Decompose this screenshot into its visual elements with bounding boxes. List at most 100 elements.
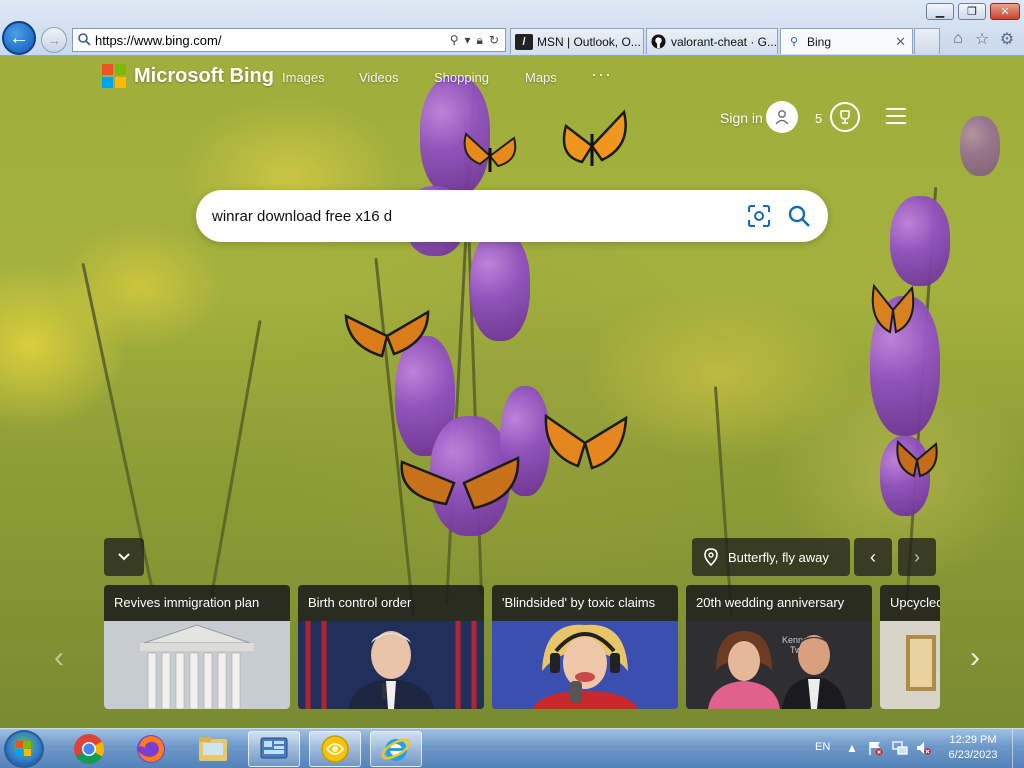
butterfly-image — [400, 456, 520, 510]
location-pin-icon — [704, 548, 718, 566]
search-button[interactable] — [786, 203, 812, 229]
msn-icon: / — [515, 33, 533, 50]
github-icon — [651, 34, 667, 50]
show-hidden-icons-icon[interactable]: ▲ — [843, 739, 861, 757]
nav-maps[interactable]: Maps — [525, 70, 557, 85]
butterfly-image — [544, 413, 628, 470]
forward-button[interactable]: → — [41, 27, 67, 53]
volume-muted-icon[interactable] — [914, 739, 932, 757]
nav-shopping[interactable]: Shopping — [434, 70, 489, 85]
news-card[interactable]: 20th wedding anniversary Kennedy Twain — [686, 585, 872, 709]
language-indicator[interactable]: EN — [815, 741, 830, 753]
search-icon — [788, 205, 810, 227]
butterfly-image — [896, 439, 938, 478]
bing-logo[interactable]: Microsoft Bing — [102, 64, 274, 88]
show-desktop-button[interactable] — [1012, 729, 1024, 768]
tab-label: Bing — [807, 34, 832, 49]
new-tab-button[interactable] — [914, 28, 940, 54]
previous-image-button[interactable]: ‹ — [854, 538, 892, 576]
brand-name: Microsoft Bing — [134, 64, 274, 87]
news-card-image — [492, 621, 678, 709]
clock-time: 12:29 PM — [949, 734, 997, 746]
clock-date: 6/23/2023 — [948, 749, 998, 761]
page-icon — [73, 32, 95, 49]
url-text[interactable]: https://www.bing.com/ — [95, 33, 450, 48]
folder-icon — [199, 737, 227, 761]
rewards-count: 5 — [815, 111, 823, 126]
action-center-flag-icon[interactable] — [866, 739, 884, 757]
next-image-button[interactable]: › — [898, 538, 936, 576]
news-card-title: Birth control order — [308, 595, 412, 610]
back-button[interactable]: ← — [2, 21, 36, 55]
image-caption-text: Butterfly, fly away — [728, 549, 829, 565]
search-input[interactable] — [212, 207, 746, 225]
taskbar-chrome[interactable] — [63, 731, 115, 767]
refresh-icon[interactable]: ↻ — [489, 33, 499, 48]
news-card-title: 20th wedding anniversary — [696, 595, 845, 610]
sign-in-link[interactable]: Sign in — [720, 110, 763, 126]
news-card[interactable]: Revives immigration plan — [104, 585, 290, 709]
news-card-title: Revives immigration plan — [114, 595, 260, 610]
tab-github[interactable]: valorant-cheat · G... — [646, 28, 778, 54]
image-info-button[interactable]: Butterfly, fly away — [692, 538, 850, 576]
news-card[interactable]: 'Blindsided' by toxic claims — [492, 585, 678, 709]
taskbar-control-panel[interactable] — [248, 731, 300, 767]
butterfly-image — [463, 132, 517, 172]
taskbar-internet-explorer[interactable] — [370, 731, 422, 767]
user-icon — [775, 110, 789, 125]
app-icon — [321, 735, 349, 763]
taskbar-app[interactable] — [309, 731, 361, 767]
carousel-prev-icon[interactable]: ‹ — [54, 641, 64, 675]
nav-videos[interactable]: Videos — [359, 70, 399, 85]
firefox-icon — [137, 735, 165, 763]
menu-icon[interactable] — [886, 108, 906, 124]
visual-search-icon[interactable] — [746, 203, 772, 229]
control-panel-icon — [260, 737, 288, 759]
chevron-down-icon — [118, 553, 130, 561]
chevron-left-icon: ‹ — [870, 546, 876, 567]
taskbar-windows-explorer[interactable] — [187, 731, 239, 767]
nav-images[interactable]: Images — [282, 70, 325, 85]
maximize-button[interactable]: ❐ — [958, 3, 986, 20]
close-button[interactable]: ✕ — [990, 3, 1020, 20]
news-card-image — [298, 621, 484, 709]
butterfly-image — [871, 283, 915, 334]
internet-explorer-icon — [381, 738, 411, 761]
bing-homepage: Microsoft Bing Images Videos Shopping Ma… — [0, 56, 1024, 728]
close-tab-icon[interactable]: ✕ — [895, 34, 906, 50]
taskbar: EN ▲ 12:29 PM 6/23/2023 — [0, 728, 1024, 768]
news-card[interactable]: Birth control order — [298, 585, 484, 709]
rewards-trophy-icon[interactable] — [830, 102, 860, 132]
news-card-image: Kennedy Twain — [686, 621, 872, 709]
nav-more-button[interactable]: ··· — [591, 64, 612, 85]
avatar[interactable] — [766, 101, 798, 133]
network-icon[interactable] — [891, 739, 909, 757]
tab-bing[interactable]: ⚲ Bing ✕ — [780, 28, 913, 54]
back-arrow-icon: ← — [9, 26, 29, 49]
news-card-image — [104, 621, 290, 709]
microsoft-logo-icon — [102, 64, 126, 88]
dropdown-icon[interactable]: ▾ — [465, 33, 471, 48]
carousel-next-icon[interactable]: › — [970, 641, 980, 675]
butterfly-image — [344, 309, 430, 358]
chevron-right-icon: › — [914, 546, 920, 567]
lock-icon[interactable]: 🔒︎ — [477, 33, 483, 48]
windows-logo-icon — [16, 741, 31, 756]
forward-arrow-icon: → — [47, 32, 61, 48]
browser-toolbar: ▁ ❐ ✕ ← → https://www.bing.com/ ⚲ ▾ 🔒︎ ↻… — [0, 0, 1024, 56]
news-card-title: Upcycled — [890, 595, 940, 610]
butterfly-image — [562, 109, 627, 166]
system-clock[interactable]: 12:29 PM 6/23/2023 — [942, 733, 1004, 763]
taskbar-firefox[interactable] — [125, 731, 177, 767]
news-card[interactable]: Upcycled — [880, 585, 940, 709]
news-card-image — [880, 621, 940, 709]
address-bar[interactable]: https://www.bing.com/ ⚲ ▾ 🔒︎ ↻ — [72, 28, 506, 52]
search-icon[interactable]: ⚲ — [450, 33, 459, 48]
gear-icon[interactable]: ⚙ — [997, 29, 1017, 49]
collapse-feed-button[interactable] — [104, 538, 144, 576]
tab-msn[interactable]: / MSN | Outlook, O... — [510, 28, 644, 54]
favorites-star-icon[interactable]: ☆ — [972, 29, 992, 49]
start-button[interactable] — [4, 730, 44, 768]
minimize-button[interactable]: ▁ — [926, 3, 954, 20]
home-icon[interactable]: ⌂ — [948, 29, 968, 49]
